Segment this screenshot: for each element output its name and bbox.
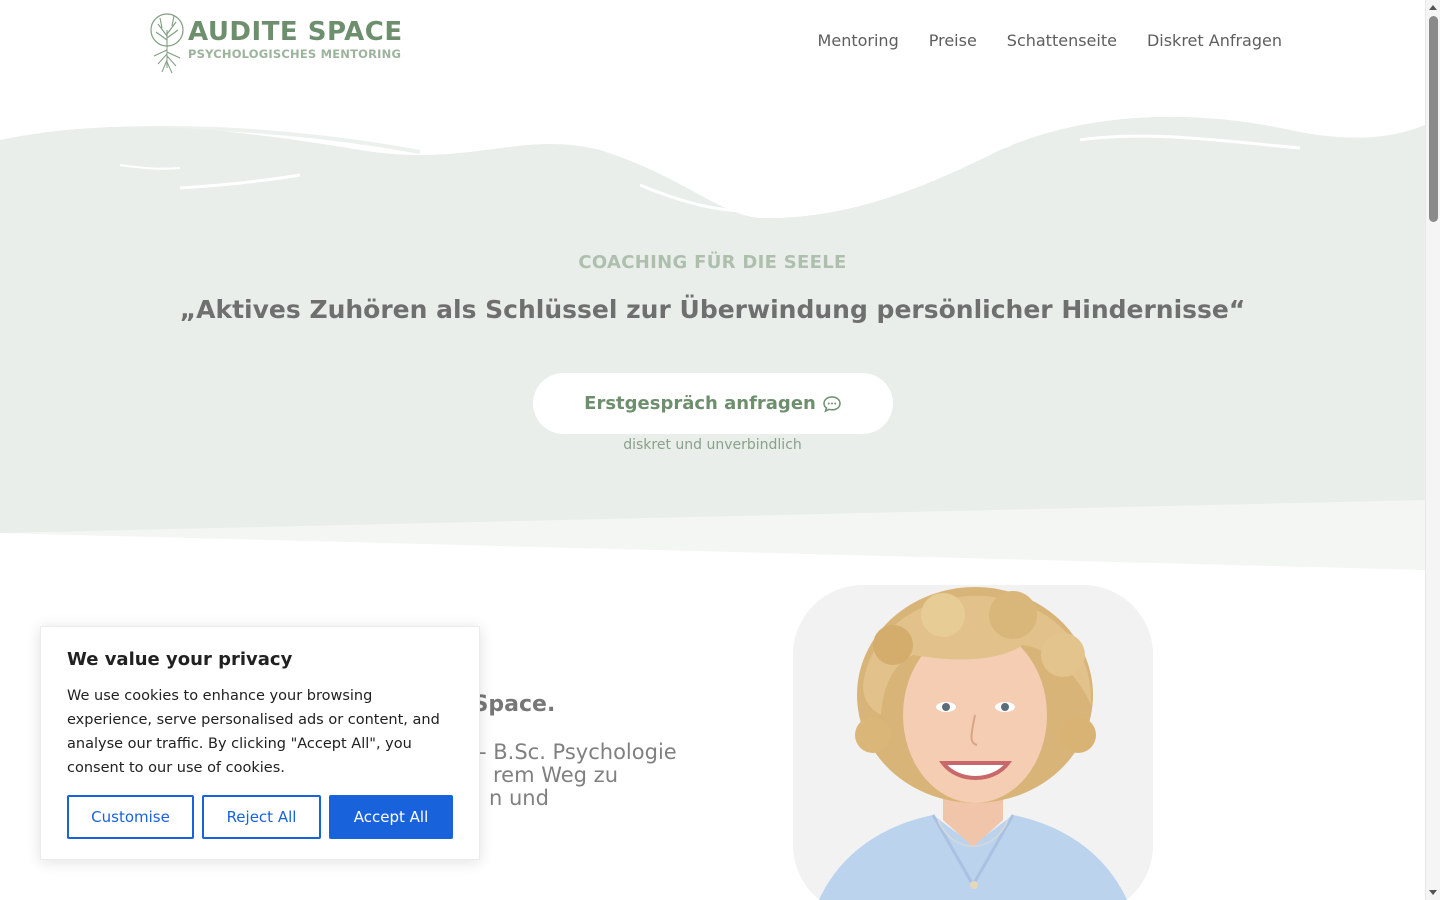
about-text-line: n und: [489, 786, 549, 810]
hero-wave-background: [0, 116, 1425, 570]
main-nav: Mentoring Preise Schattenseite Diskret A…: [818, 31, 1282, 50]
cookie-button-group: Customise Reject All Accept All: [67, 795, 453, 839]
scrollbar-thumb[interactable]: [1429, 16, 1438, 222]
chat-bubble-icon: [823, 395, 841, 412]
cta-label: Erstgespräch anfragen: [584, 393, 816, 414]
scroll-up-arrow-icon[interactable]: [1429, 5, 1437, 10]
hero-section: COACHING FÜR DIE SEELE „Aktives Zuhören …: [0, 90, 1425, 570]
cookie-consent-banner: We value your privacy We use cookies to …: [40, 626, 480, 860]
scroll-down-arrow-icon[interactable]: [1429, 890, 1437, 895]
nav-item-mentoring[interactable]: Mentoring: [818, 31, 899, 50]
logo-subtitle: PSYCHOLOGISCHES MENTORING: [188, 47, 402, 61]
page-scrollbar[interactable]: [1425, 0, 1440, 900]
request-consultation-button[interactable]: Erstgespräch anfragen: [533, 373, 893, 434]
portrait-image: [793, 585, 1153, 900]
mentor-portrait: [793, 585, 1153, 900]
about-text: - B.Sc. Psychologie rem Weg zu n und: [451, 741, 711, 810]
site-logo[interactable]: AUDITE SPACE PSYCHOLOGISCHES MENTORING: [148, 10, 403, 74]
customise-button[interactable]: Customise: [67, 795, 194, 839]
site-header: AUDITE SPACE PSYCHOLOGISCHES MENTORING M…: [0, 0, 1425, 90]
cta-note: diskret und unverbindlich: [623, 437, 802, 453]
accept-all-button[interactable]: Accept All: [329, 795, 453, 839]
nav-item-preise[interactable]: Preise: [929, 31, 977, 50]
logo-title: AUDITE SPACE: [188, 17, 403, 47]
nav-item-diskret-anfragen[interactable]: Diskret Anfragen: [1147, 31, 1282, 50]
about-text-line: rem Weg zu: [493, 763, 619, 787]
cookie-title: We value your privacy: [67, 649, 293, 670]
hero-headline: „Aktives Zuhören als Schlüssel zur Überw…: [179, 295, 1246, 324]
tree-logo-icon: [150, 13, 184, 74]
cookie-body: We use cookies to enhance your browsing …: [67, 688, 440, 776]
nav-item-schattenseite[interactable]: Schattenseite: [1007, 31, 1117, 50]
hero-eyebrow: COACHING FÜR DIE SEELE: [578, 252, 847, 273]
reject-all-button[interactable]: Reject All: [202, 795, 321, 839]
about-text-line: - B.Sc. Psychologie: [479, 740, 677, 764]
